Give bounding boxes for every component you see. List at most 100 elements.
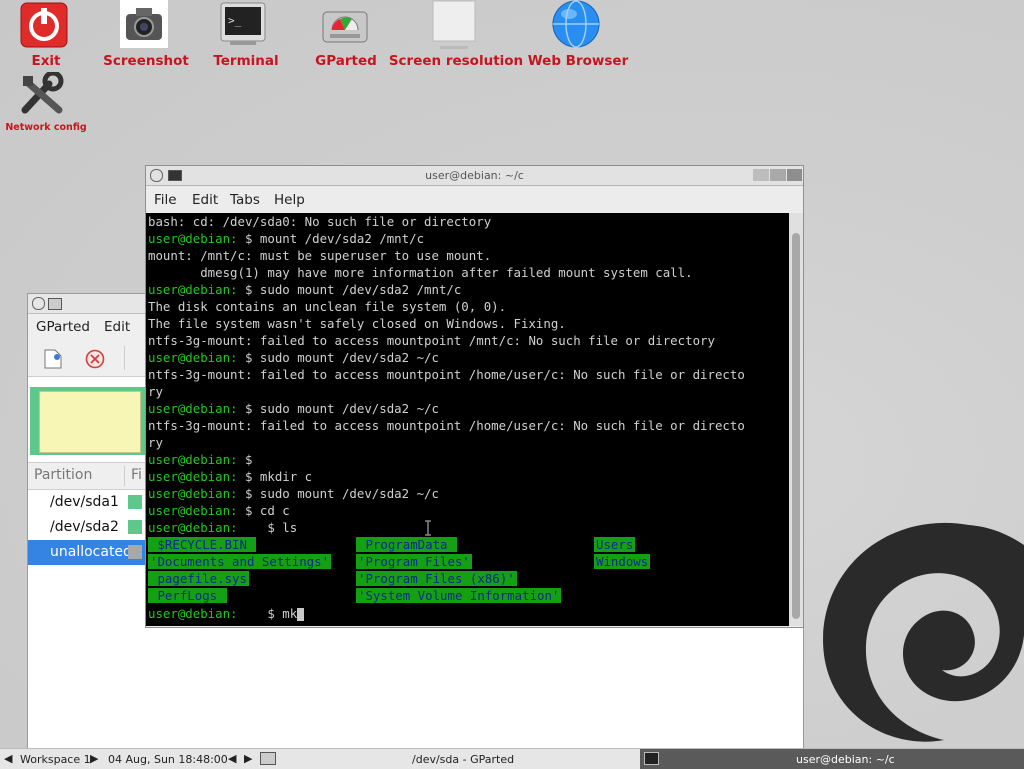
task-gparted[interactable]: /dev/sda - GParted	[412, 753, 514, 766]
desktop-icon-terminal[interactable]: >_ Terminal	[200, 0, 295, 70]
filesystem-color-swatch	[128, 545, 142, 559]
debian-logo-icon	[794, 505, 1024, 750]
partition-row-selected[interactable]: unallocated	[28, 540, 146, 565]
partition-row[interactable]: /dev/sda2	[28, 515, 146, 540]
terminal-line: user@debian: $ sudo mount /dev/sda2 ~/c	[148, 486, 439, 501]
workspace-label[interactable]: Workspace 1	[20, 753, 91, 766]
ls-entry: pagefile.sys	[148, 571, 249, 586]
task-terminal-icon	[644, 752, 659, 765]
terminal-line: user@debian: $	[148, 452, 253, 467]
ls-entry: Users	[594, 537, 636, 552]
delete-partition-icon[interactable]	[85, 349, 105, 373]
ibeam-cursor-icon	[424, 520, 432, 540]
desktop-icon-label: Exit	[31, 53, 61, 69]
task-next-icon[interactable]: ▶	[244, 752, 252, 765]
desktop-icon-label: Web Browser	[527, 53, 629, 69]
close-button[interactable]	[787, 169, 802, 181]
maximize-button[interactable]	[770, 169, 786, 181]
task-terminal-label: user@debian: ~/c	[796, 753, 895, 766]
desktop-icon-screen-resolution[interactable]: Screen resolution	[389, 0, 523, 70]
scrollbar-thumb[interactable]	[792, 233, 800, 619]
camera-icon	[120, 0, 168, 52]
terminal-line: bash: cd: /dev/sda0: No such file or dir…	[148, 214, 492, 229]
window-app-icon	[48, 298, 62, 310]
terminal-line: The file system wasn't safely closed on …	[148, 316, 566, 331]
tools-icon	[19, 70, 69, 120]
terminal-line: user@debian: $ mount /dev/sda2 /mnt/c	[148, 231, 425, 246]
window-menu-icon[interactable]	[32, 297, 45, 310]
disk-graphic[interactable]	[30, 387, 149, 455]
ls-entry: 'Documents and Settings'	[148, 554, 332, 569]
menu-file[interactable]: File	[154, 192, 177, 208]
toolbar-separator	[124, 346, 125, 370]
partition-list-header: Partition Fi	[28, 462, 146, 490]
column-header-separator	[124, 466, 125, 486]
terminal-input-line[interactable]: user@debian: $ mk	[148, 605, 305, 622]
partition-list: Partition Fi /dev/sda1 /dev/sda2 unalloc…	[28, 462, 146, 565]
window-title: user@debian: ~/c	[425, 169, 524, 182]
terminal-menubar: File Edit Tabs Help	[146, 186, 803, 213]
partition-row[interactable]: /dev/sda1	[28, 490, 146, 515]
task-prev-icon[interactable]: ◀	[228, 752, 236, 765]
workspace-prev-icon[interactable]: ◀	[4, 752, 12, 765]
terminal-line: user@debian: $ sudo mount /dev/sda2 ~/c	[148, 401, 439, 416]
svg-text:>_: >_	[228, 14, 242, 27]
desktop-icon-label: Screen resolution	[388, 53, 524, 69]
terminal-line: ntfs-3g-mount: failed to access mountpoi…	[148, 333, 715, 348]
column-header-partition[interactable]: Partition	[34, 467, 92, 483]
desktop-icon-gparted[interactable]: GParted	[300, 0, 395, 70]
terminal-line: mount: /mnt/c: must be superuser to use …	[148, 248, 492, 263]
text-cursor	[297, 608, 305, 621]
ls-entry: ProgramData	[356, 537, 457, 552]
menu-gparted[interactable]: GParted	[36, 319, 90, 335]
terminal-titlebar[interactable]: user@debian: ~/c	[146, 166, 803, 186]
ls-entry: Windows	[594, 554, 651, 569]
terminal-line: ry	[148, 384, 163, 399]
terminal-output[interactable]: bash: cd: /dev/sda0: No such file or dir…	[146, 213, 789, 626]
menu-help[interactable]: Help	[274, 192, 305, 208]
task-gparted-icon	[260, 752, 276, 765]
column-header-filesystem[interactable]: Fi	[131, 467, 142, 483]
filesystem-color-swatch	[128, 520, 142, 534]
terminal-line: ry	[148, 435, 163, 450]
terminal-window[interactable]: user@debian: ~/c File Edit Tabs Help bas…	[145, 165, 804, 628]
menu-edit[interactable]: Edit	[104, 319, 130, 335]
menu-tabs[interactable]: Tabs	[230, 192, 260, 208]
monitor-icon	[432, 0, 476, 54]
terminal-line: ntfs-3g-mount: failed to access mountpoi…	[148, 367, 745, 382]
desktop-icon-network-config[interactable]: Network config	[0, 70, 92, 134]
workspace-next-icon[interactable]: ▶	[90, 752, 98, 765]
partition-name: unallocated	[50, 544, 132, 560]
desktop-icon-web-browser[interactable]: Web Browser	[525, 0, 630, 70]
partition-name: /dev/sda2	[50, 519, 119, 535]
globe-icon	[551, 0, 601, 54]
terminal-line: user@debian: $ sudo mount /dev/sda2 /mnt…	[148, 282, 462, 297]
terminal-line: user@debian: $ ls	[148, 520, 298, 535]
disk-graphic-edge	[30, 387, 34, 455]
terminal-line: dmesg(1) may have more information after…	[148, 265, 693, 280]
desktop-icon-label: GParted	[315, 53, 377, 69]
ls-entry: 'Program Files (x86)'	[356, 571, 517, 586]
filesystem-color-swatch	[128, 495, 142, 509]
terminal-line: ntfs-3g-mount: failed to access mountpoi…	[148, 418, 745, 433]
unallocated-partition-graphic[interactable]	[39, 391, 141, 453]
minimize-button[interactable]	[753, 169, 769, 181]
clock: 04 Aug, Sun 18:48:00	[108, 753, 228, 766]
disk-icon	[322, 8, 368, 50]
desktop-icon-label: Terminal	[213, 53, 279, 69]
terminal-line: user@debian: $ sudo mount /dev/sda2 ~/c	[148, 350, 439, 365]
power-icon	[20, 2, 68, 52]
terminal-scrollbar[interactable]	[789, 213, 803, 626]
desktop-icon-label: Network config	[5, 122, 87, 133]
terminal-icon: >_	[220, 2, 266, 50]
ls-entry: 'Program Files'	[356, 554, 472, 569]
terminal-line: user@debian: $ cd c	[148, 503, 290, 518]
desktop-icon-exit[interactable]: Exit	[0, 0, 90, 70]
menu-edit[interactable]: Edit	[192, 192, 218, 208]
ls-entry: PerfLogs	[148, 588, 227, 603]
terminal-line: user@debian: $ mkdir c	[148, 469, 313, 484]
taskbar: ◀ Workspace 1 ▶ 04 Aug, Sun 18:48:00 ◀ ▶…	[0, 748, 1024, 769]
task-terminal-active[interactable]: user@debian: ~/c	[640, 749, 1024, 769]
new-partition-icon[interactable]	[44, 349, 62, 373]
desktop-icon-screenshot[interactable]: Screenshot	[100, 0, 195, 70]
